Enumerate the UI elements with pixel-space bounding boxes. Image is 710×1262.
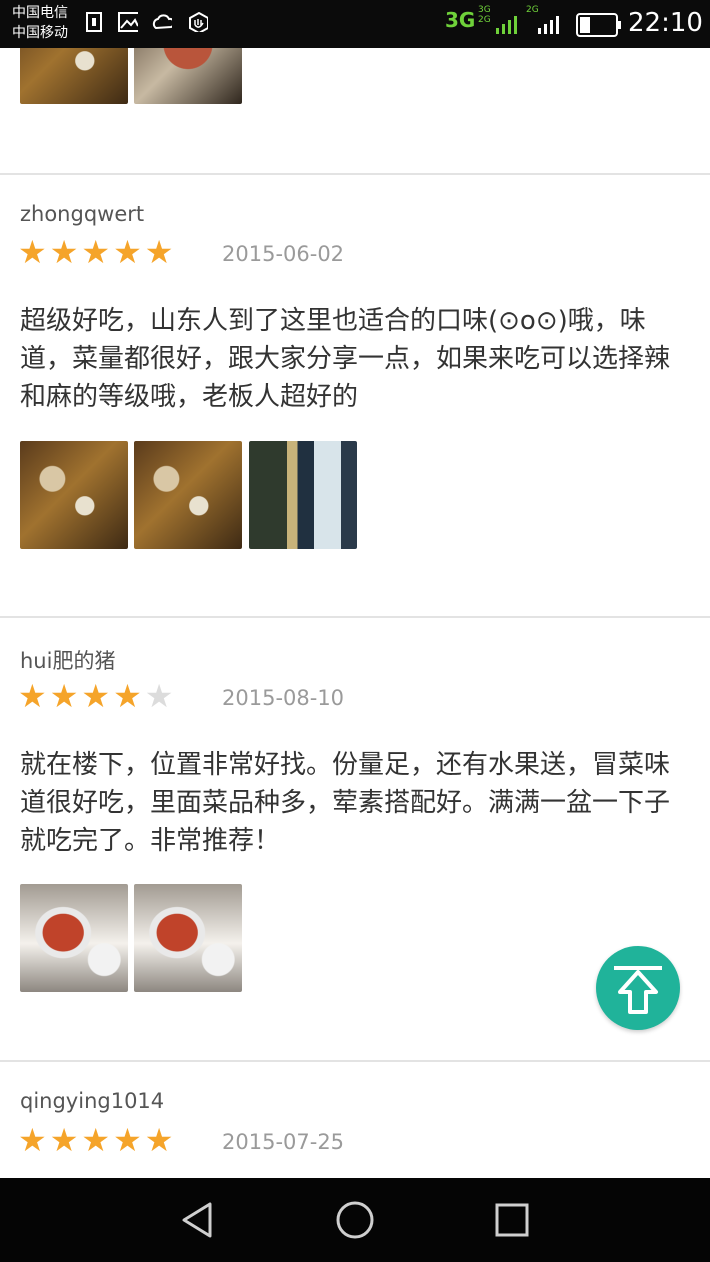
review-photo[interactable] <box>134 884 242 992</box>
recent-square-icon[interactable] <box>488 1196 536 1244</box>
rating-stars: ★ ★ ★ ★ ★ <box>18 679 173 713</box>
star-icon: ★ <box>113 1121 142 1159</box>
home-circle-icon[interactable] <box>331 1196 379 1244</box>
star-icon: ★ <box>18 677 47 715</box>
star-icon: ★ <box>49 1121 79 1159</box>
star-icon: ★ <box>81 233 111 271</box>
network-small: 3G 2G <box>478 5 491 25</box>
review-date: 2015-07-25 <box>222 1130 345 1154</box>
star-icon: ★ <box>144 233 174 271</box>
status-bar: 中国电信 中国移动 3G 3G 2G 2G 22:10 <box>0 0 710 48</box>
network-type: 3G <box>445 8 476 32</box>
star-icon: ★ <box>113 677 142 715</box>
back-triangle-icon[interactable] <box>174 1196 222 1244</box>
review-date: 2015-08-10 <box>222 686 345 710</box>
rating-stars: ★ ★ ★ ★ ★ <box>18 1123 173 1157</box>
network-small-2: 2G <box>526 5 539 15</box>
gallery-icon <box>118 12 138 32</box>
back-to-top-button[interactable] <box>596 946 680 1030</box>
star-icon: ★ <box>81 677 111 715</box>
review-text: 超级好吃，山东人到了这里也适合的口味(⊙o⊙)哦，味道，菜量都很好，跟大家分享一… <box>20 306 671 412</box>
star-empty-icon: ★ <box>144 677 174 715</box>
review-username[interactable]: hui肥的猪 <box>20 645 115 675</box>
weather-icon <box>152 14 172 30</box>
review-photo[interactable] <box>249 441 357 549</box>
divider <box>0 616 710 618</box>
battery-icon <box>576 13 621 37</box>
review-photo[interactable] <box>134 48 242 104</box>
signal-icon-2 <box>538 16 559 34</box>
star-icon: ★ <box>113 233 142 271</box>
carrier-1: 中国电信 <box>12 5 68 21</box>
arrow-up-icon <box>614 966 662 1014</box>
clock: 22:10 <box>628 8 703 38</box>
review-username[interactable]: qingying1014 <box>20 1089 164 1113</box>
divider <box>0 173 710 175</box>
divider <box>0 1060 710 1062</box>
carrier-info: 中国电信 中国移动 <box>12 3 68 43</box>
star-icon: ★ <box>18 1121 47 1159</box>
sim-icon <box>86 12 102 32</box>
star-icon: ★ <box>49 677 79 715</box>
review-photo[interactable] <box>20 884 128 992</box>
review-text: 就在楼下，位置非常好找。份量足，还有水果送，冒菜味道很好吃，里面菜品种多，荤素搭… <box>20 750 671 856</box>
signal-icon <box>496 16 517 34</box>
review-photo[interactable] <box>20 441 128 549</box>
app-icon <box>189 12 208 32</box>
review-photo[interactable] <box>20 48 128 104</box>
star-icon: ★ <box>18 233 47 271</box>
star-icon: ★ <box>49 233 79 271</box>
review-username[interactable]: zhongqwert <box>20 202 144 226</box>
review-date: 2015-06-02 <box>222 242 345 266</box>
star-icon: ★ <box>144 1121 174 1159</box>
carrier-2: 中国移动 <box>12 25 68 41</box>
star-icon: ★ <box>81 1121 111 1159</box>
navigation-bar <box>0 1178 710 1262</box>
rating-stars: ★ ★ ★ ★ ★ <box>18 235 173 269</box>
review-photo[interactable] <box>134 441 242 549</box>
